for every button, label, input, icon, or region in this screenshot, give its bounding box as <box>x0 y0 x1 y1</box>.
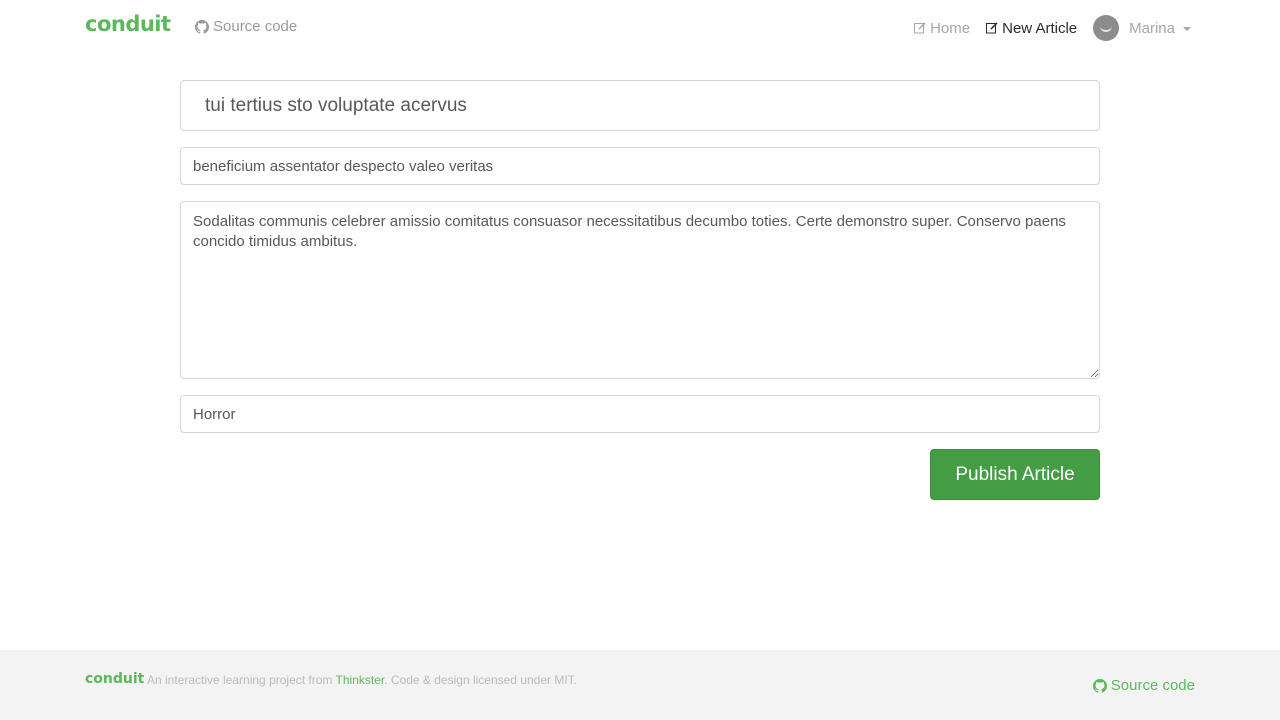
avatar <box>1093 15 1120 41</box>
nav-new-article-label: New Article <box>1002 19 1078 37</box>
thinkster-link[interactable]: Thinkster <box>336 673 385 687</box>
footer-brand-logo[interactable]: conduit <box>85 671 144 687</box>
user-name: Marina <box>1129 19 1175 37</box>
navbar: conduit Source code Home New Article Mar… <box>0 0 1280 56</box>
footer-text-after: . Code & design licensed under MIT. <box>384 673 578 687</box>
nav-right: Home New Article Marina <box>898 14 1191 42</box>
article-editor-form: Sodalitas communis celebrer amissio comi… <box>180 80 1100 500</box>
article-description-input[interactable] <box>180 147 1100 185</box>
compose-icon <box>986 22 998 34</box>
nav-source-code-label: Source code <box>213 18 298 35</box>
user-menu[interactable]: Marina <box>1093 14 1191 42</box>
footer: conduit An interactive learning project … <box>0 650 1280 720</box>
footer-attribution: An interactive learning project from Thi… <box>147 673 577 687</box>
article-body-textarea[interactable]: Sodalitas communis celebrer amissio comi… <box>180 201 1100 379</box>
caret-down-icon <box>1183 27 1191 31</box>
github-icon <box>1092 678 1107 693</box>
publish-article-button[interactable]: Publish Article <box>930 449 1100 500</box>
nav-new-article-link[interactable]: New Article <box>986 14 1077 42</box>
edit-icon <box>914 22 926 34</box>
github-icon <box>195 19 209 34</box>
publish-row: Publish Article <box>180 449 1100 500</box>
nav-source-code-link[interactable]: Source code <box>195 18 297 35</box>
article-tags-input[interactable] <box>180 395 1100 433</box>
brand-logo[interactable]: conduit <box>85 12 171 36</box>
footer-source-code-link[interactable]: Source code <box>1092 677 1195 694</box>
article-title-input[interactable] <box>180 80 1100 131</box>
footer-text-before: An interactive learning project from <box>147 673 336 687</box>
nav-home-link[interactable]: Home <box>914 14 970 42</box>
footer-source-code-label: Source code <box>1110 677 1195 694</box>
nav-home-label: Home <box>930 19 971 37</box>
